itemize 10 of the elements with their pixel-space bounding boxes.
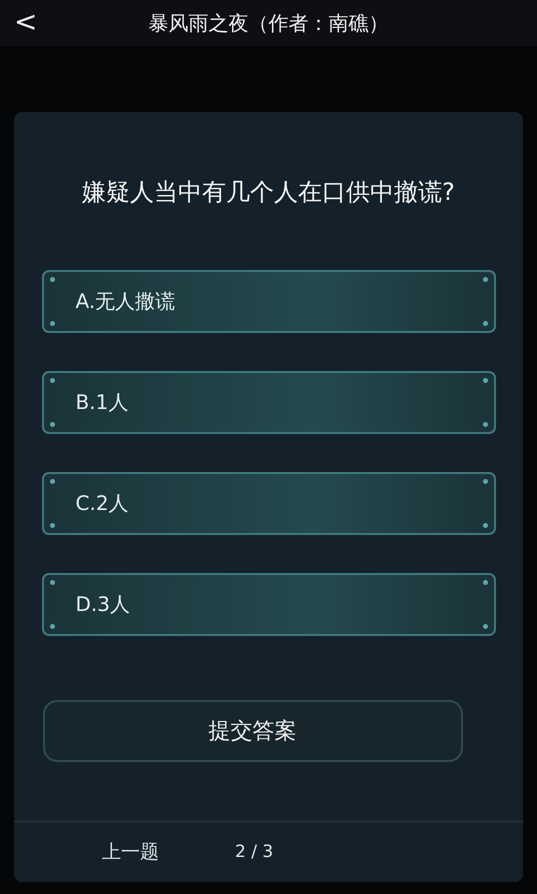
answer-option[interactable]: C.2人 xyxy=(42,472,496,535)
question-text: 嫌疑人当中有几个人在口供中撤谎? xyxy=(81,177,456,208)
answer-option[interactable]: A.无人撒谎 xyxy=(42,270,496,333)
page-title: 暴风雨之夜（作者：南礁） xyxy=(148,10,388,36)
back-button[interactable]: < xyxy=(8,4,44,40)
answer-option[interactable]: D.3人 xyxy=(42,573,496,636)
previous-button[interactable]: 上一题 xyxy=(96,838,165,866)
progress-text: 2 / 3 xyxy=(235,842,274,862)
answer-option[interactable]: B.1人 xyxy=(42,371,496,434)
submit-button[interactable]: 提交答案 xyxy=(42,700,462,762)
